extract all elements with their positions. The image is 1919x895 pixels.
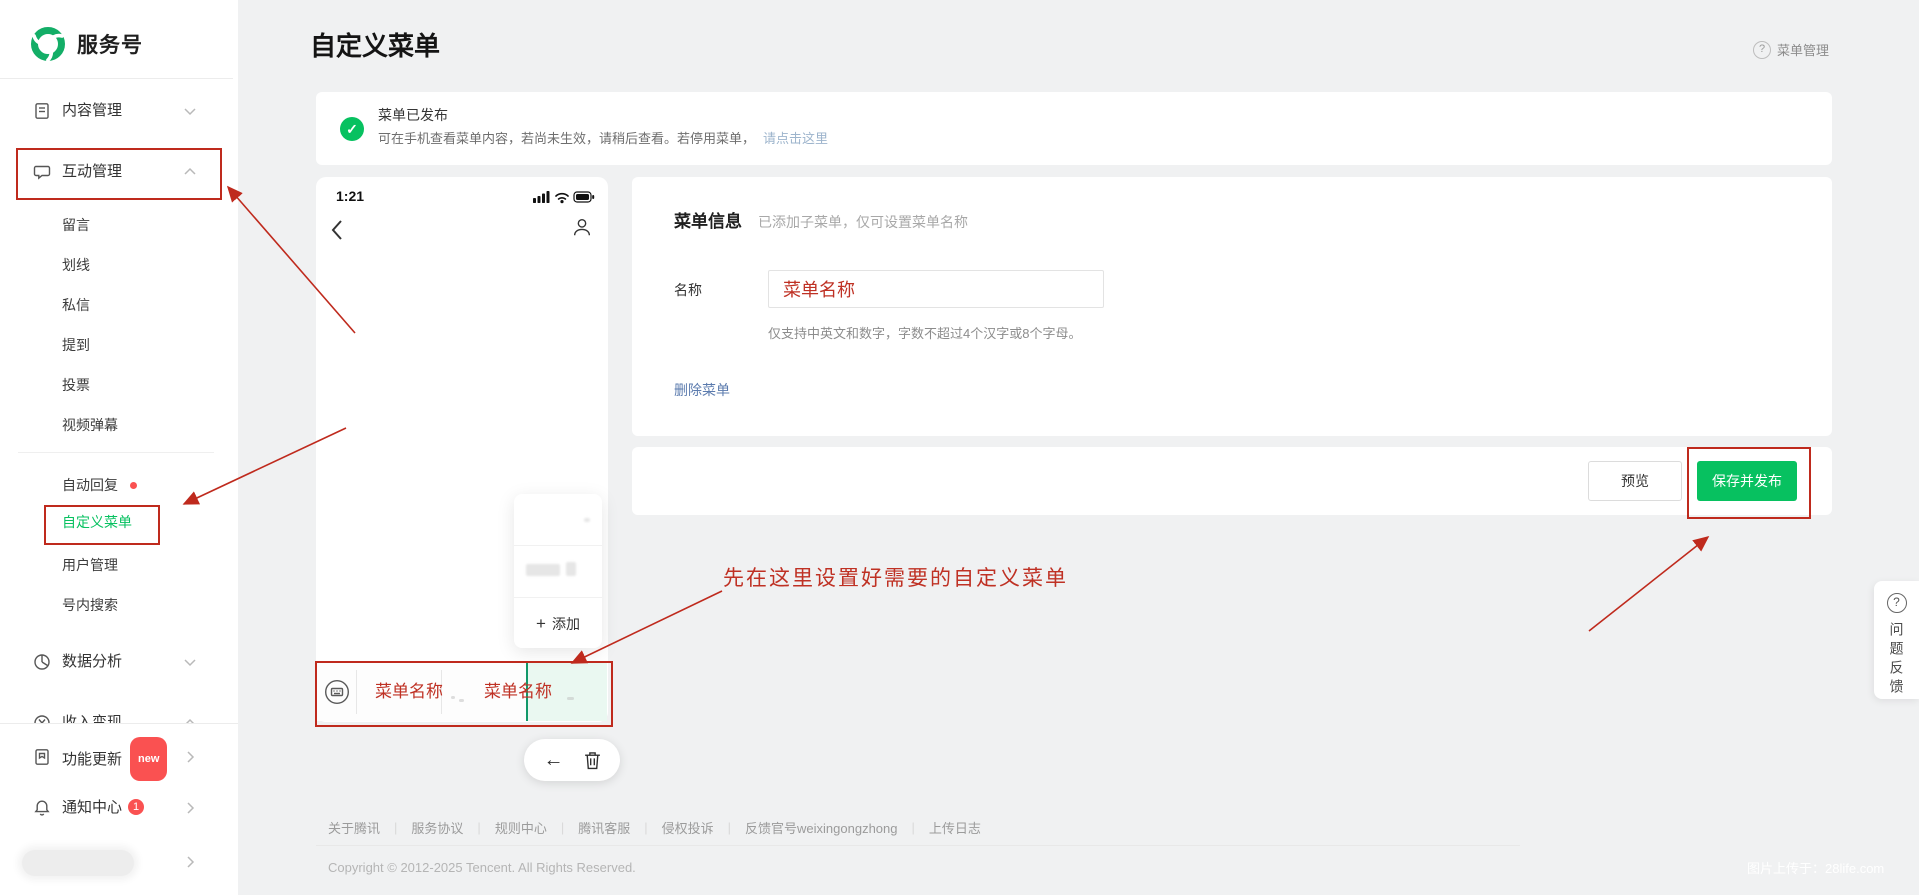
footer-link[interactable]: 规则中心	[495, 818, 547, 837]
footer-links: 关于腾讯 | 服务协议 | 规则中心 | 腾讯客服 | 侵权投诉 | 反馈官号weixin…	[328, 818, 981, 837]
footer-divider	[316, 845, 1520, 846]
feedback-tab[interactable]: ? 问题反馈	[1874, 581, 1919, 699]
question-icon: ?	[1753, 40, 1771, 59]
sidebar-item-content-mgmt[interactable]: 内容管理	[0, 91, 238, 131]
sidebar-bottom-panel: 功能更新 new 通知中心 1	[0, 724, 238, 895]
action-bar: 预览 保存并发布	[632, 447, 1832, 515]
feedback-label: 问题反馈	[1888, 622, 1905, 698]
count-badge: 1	[128, 799, 145, 815]
phone-back-icon[interactable]	[330, 219, 344, 241]
menu-management-help[interactable]: ? 菜单管理	[1753, 40, 1829, 59]
sidebar-item-mentions[interactable]: 提到	[0, 325, 238, 365]
bell-icon	[33, 799, 51, 817]
notice-title: 菜单已发布	[378, 107, 448, 123]
sidebar-item-user-mgmt[interactable]: 用户管理	[0, 545, 238, 585]
phone-time: 1:21	[336, 188, 365, 204]
trash-icon[interactable]	[584, 751, 601, 770]
sidebar-item-custom-menu[interactable]: 自定义菜单	[0, 502, 238, 542]
notice-body: 可在手机查看菜单内容，若尚未生效，请稍后查看。若停用菜单， 请点击这里	[378, 131, 829, 146]
chat-bubble-icon	[33, 163, 51, 181]
sidebar-item-auto-reply[interactable]: 自动回复	[0, 465, 238, 505]
annotation-tip-text: 先在这里设置好需要的自定义菜单	[723, 566, 1068, 590]
phone-status-icons	[533, 190, 595, 204]
plus-icon: +	[536, 614, 546, 633]
section-title: 菜单信息	[674, 212, 742, 231]
disable-menu-link[interactable]: 请点击这里	[763, 131, 828, 146]
phone-menubar: 菜单名称 菜单名称	[317, 663, 607, 721]
success-check-icon: ✓	[340, 117, 364, 141]
add-submenu-button[interactable]: + 添加	[514, 598, 602, 649]
submenu-item[interactable]	[514, 546, 602, 598]
sidebar-item-private-msg[interactable]: 私信	[0, 285, 238, 325]
menu-edit-toolbar: ←	[524, 739, 620, 781]
sidebar: 服务号 内容管理 互动管理 留言 划线 私信 提到 投票 视频弹幕 自动回复 自…	[0, 0, 238, 895]
menu-info-header: 菜单信息 已添加子菜单，仅可设置菜单名称	[674, 207, 968, 232]
chevron-right-icon	[183, 855, 197, 869]
new-badge: new	[130, 737, 168, 781]
add-label: 添加	[551, 615, 580, 632]
footer-link[interactable]: 关于腾讯	[328, 818, 380, 837]
person-icon[interactable]	[571, 216, 593, 238]
sidebar-item-label: 互动管理	[62, 163, 123, 180]
section-hint: 已添加子菜单，仅可设置菜单名称	[758, 214, 968, 230]
help-label: 菜单管理	[1777, 43, 1830, 58]
sidebar-item-notification-center[interactable]: 通知中心 1	[0, 788, 238, 828]
document-icon	[33, 102, 51, 120]
footer-link[interactable]: 侵权投诉	[662, 818, 714, 837]
preview-button[interactable]: 预览	[1588, 461, 1682, 501]
menu-name-input[interactable]	[768, 270, 1104, 308]
footer-link[interactable]: 服务协议	[411, 818, 463, 837]
sidebar-item-account-search[interactable]: 号内搜索	[0, 585, 238, 625]
book-icon	[33, 748, 51, 766]
sidebar-item-label: 内容管理	[62, 102, 123, 119]
footer-link[interactable]: 反馈官号weixingongzhong	[745, 818, 897, 837]
chevron-down-icon	[183, 655, 197, 669]
chevron-right-icon	[183, 750, 197, 764]
sidebar-divider	[0, 78, 233, 79]
brand-name: 服务号	[77, 34, 143, 57]
copyright: Copyright © 2012-2025 Tencent. All Right…	[328, 860, 636, 875]
pie-chart-icon	[33, 653, 51, 671]
sidebar-item-underline[interactable]: 划线	[0, 245, 238, 285]
submenu-popup: + 添加	[514, 494, 602, 648]
watermark: 图片上传于：28life.com	[1747, 861, 1885, 876]
name-label: 名称	[674, 282, 702, 298]
sidebar-item-feature-update[interactable]: 功能更新 new	[0, 737, 238, 781]
sidebar-item-interaction-mgmt[interactable]: 互动管理	[0, 152, 238, 192]
chevron-up-icon	[183, 165, 197, 179]
menubar-divider	[356, 670, 357, 714]
notification-dot	[130, 482, 137, 489]
sidebar-sub-divider	[18, 452, 214, 453]
brand-logo-icon	[30, 26, 66, 62]
publish-notice-card: ✓ 菜单已发布 可在手机查看菜单内容，若尚未生效，请稍后查看。若停用菜单， 请点击…	[316, 92, 1832, 165]
redacted-account-name	[22, 850, 134, 876]
page-title: 自定义菜单	[310, 31, 441, 61]
menu-item-1[interactable]: 菜单名称	[361, 663, 457, 721]
chevron-down-icon	[183, 104, 197, 118]
question-icon: ?	[1886, 593, 1907, 613]
menu-info-card: 菜单信息 已添加子菜单，仅可设置菜单名称 名称 仅支持中英文和数字，字数不超过4…	[632, 177, 1832, 436]
menu-item-2[interactable]: 菜单名称	[472, 663, 564, 721]
undo-arrow-icon[interactable]: ←	[544, 749, 564, 772]
delete-menu-link[interactable]: 删除菜单	[674, 380, 730, 400]
sidebar-item-messages[interactable]: 留言	[0, 205, 238, 245]
sidebar-item-votes[interactable]: 投票	[0, 365, 238, 405]
sidebar-item-video-danmu[interactable]: 视频弹幕	[0, 405, 238, 445]
sidebar-item-account[interactable]	[0, 842, 238, 882]
sidebar-item-data-analysis[interactable]: 数据分析	[0, 642, 238, 682]
save-publish-button[interactable]: 保存并发布	[1697, 461, 1797, 501]
name-helper-text: 仅支持中英文和数字，字数不超过4个汉字或8个字母。	[768, 326, 1082, 341]
footer-link[interactable]: 上传日志	[929, 818, 981, 837]
brand: 服务号	[30, 26, 143, 62]
keyboard-icon[interactable]	[324, 679, 350, 705]
chevron-right-icon	[183, 801, 197, 815]
submenu-item[interactable]	[514, 494, 602, 546]
footer-link[interactable]: 腾讯客服	[578, 818, 630, 837]
